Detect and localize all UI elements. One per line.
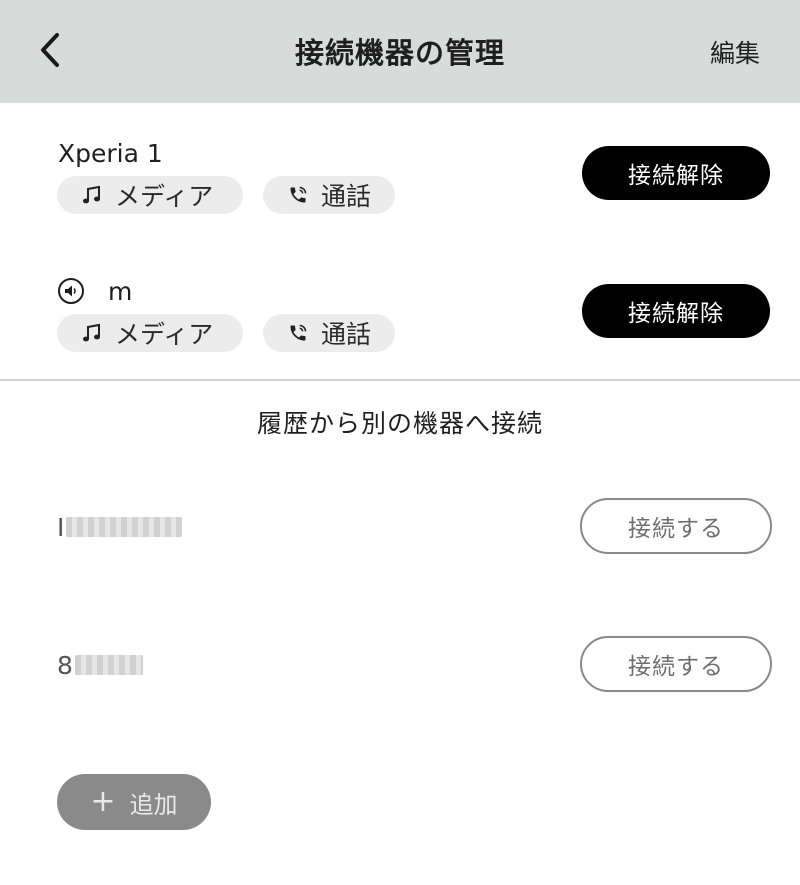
connect-button[interactable]: 接続する [580,498,772,554]
speaker-icon [58,278,84,304]
call-chip[interactable]: 通話 [263,176,395,214]
history-row: 8 接続する [0,636,800,694]
history-row: I 接続する [0,498,800,556]
page-title: 接続機器の管理 [294,36,505,70]
device-name: Xperia 1 [58,138,163,168]
history-section-title: 履歴から別の機器へ接続 [256,409,543,438]
call-chip[interactable]: 通話 [263,314,395,352]
device-name: m [58,274,132,308]
connected-device-row: m メディア 通話 接続解除 [0,274,800,404]
connect-button[interactable]: 接続する [580,636,772,692]
redacted-text [74,655,143,675]
phone-icon [285,323,311,343]
plus-icon: + [90,784,116,819]
disconnect-button[interactable]: 接続解除 [582,146,770,200]
connected-device-row: Xperia 1 メディア 通話 接続解除 [0,136,800,266]
music-note-icon [79,322,105,344]
media-chip[interactable]: メディア [57,176,243,214]
app-header: 接続機器の管理 編集 [0,0,800,103]
history-device-name: I [57,513,183,542]
section-divider [0,379,800,381]
history-device-name: 8 [57,651,143,680]
phone-icon [285,185,311,205]
add-button[interactable]: + 追加 [57,774,211,830]
disconnect-button[interactable]: 接続解除 [582,284,770,338]
redacted-text [66,517,183,537]
music-note-icon [79,184,105,206]
edit-button[interactable]: 編集 [710,34,760,70]
media-chip[interactable]: メディア [57,314,243,352]
